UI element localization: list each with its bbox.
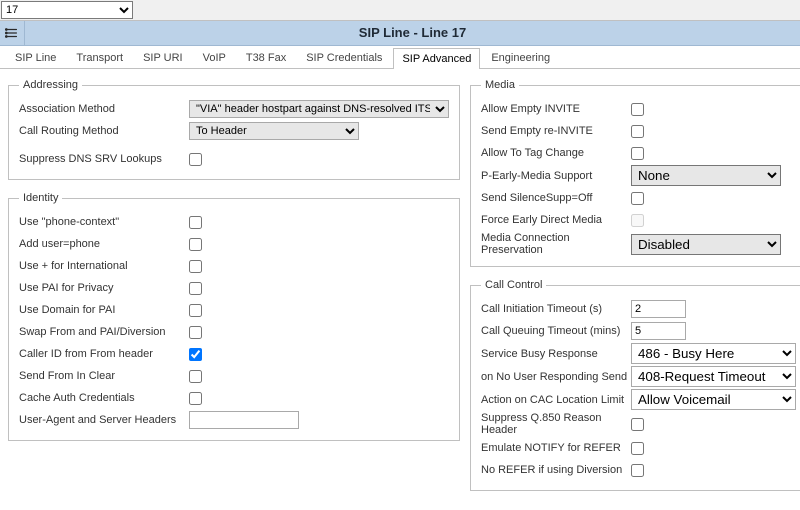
plus-intl-checkbox[interactable]: [189, 260, 202, 273]
tab-engineering[interactable]: Engineering: [482, 47, 559, 68]
media-conn-preserv-select[interactable]: Disabled: [631, 234, 781, 255]
phone-context-label: Use "phone-context": [19, 216, 189, 228]
silence-supp-label: Send SilenceSupp=Off: [481, 192, 631, 204]
call-control-legend: Call Control: [481, 279, 546, 291]
no-user-resp-label: on No User Responding Send: [481, 371, 631, 383]
allow-empty-invite-label: Allow Empty INVITE: [481, 103, 631, 115]
queuing-timeout-input[interactable]: [631, 322, 686, 340]
line-select[interactable]: 17: [1, 1, 133, 19]
silence-supp-checkbox[interactable]: [631, 192, 644, 205]
init-timeout-label: Call Initiation Timeout (s): [481, 303, 631, 315]
cache-auth-checkbox[interactable]: [189, 392, 202, 405]
call-control-group: Call Control Call Initiation Timeout (s)…: [470, 279, 800, 491]
cache-auth-label: Cache Auth Credentials: [19, 392, 189, 404]
ua-headers-input[interactable]: [189, 411, 299, 429]
init-timeout-input[interactable]: [631, 300, 686, 318]
tab-sip-line[interactable]: SIP Line: [6, 47, 65, 68]
suppress-dns-checkbox[interactable]: [189, 153, 202, 166]
cac-limit-label: Action on CAC Location Limit: [481, 394, 631, 406]
left-column: Addressing Association Method "VIA" head…: [8, 75, 460, 510]
call-routing-label: Call Routing Method: [19, 125, 189, 137]
service-busy-select[interactable]: 486 - Busy Here: [631, 343, 796, 364]
add-user-phone-label: Add user=phone: [19, 238, 189, 250]
title-bar: SIP Line - Line 17: [0, 21, 800, 46]
domain-pai-label: Use Domain for PAI: [19, 304, 189, 316]
tab-sip-credentials[interactable]: SIP Credentials: [297, 47, 391, 68]
queuing-timeout-label: Call Queuing Timeout (mins): [481, 325, 631, 337]
media-conn-preserv-label: Media Connection Preservation: [481, 232, 631, 256]
ua-headers-label: User-Agent and Server Headers: [19, 414, 189, 426]
suppress-q850-checkbox[interactable]: [631, 418, 644, 431]
page-title: SIP Line - Line 17: [25, 21, 800, 45]
addressing-group: Addressing Association Method "VIA" head…: [8, 79, 460, 180]
phone-context-checkbox[interactable]: [189, 216, 202, 229]
suppress-dns-label: Suppress DNS SRV Lookups: [19, 153, 189, 165]
plus-intl-label: Use + for International: [19, 260, 189, 272]
domain-pai-checkbox[interactable]: [189, 304, 202, 317]
media-group: Media Allow Empty INVITE Send Empty re-I…: [470, 79, 800, 267]
allow-to-tag-label: Allow To Tag Change: [481, 147, 631, 159]
suppress-q850-label: Suppress Q.850 Reason Header: [481, 412, 631, 436]
no-refer-diversion-checkbox[interactable]: [631, 464, 644, 477]
allow-to-tag-checkbox[interactable]: [631, 147, 644, 160]
allow-empty-invite-checkbox[interactable]: [631, 103, 644, 116]
identity-legend: Identity: [19, 192, 62, 204]
top-toolbar: 17: [0, 0, 800, 21]
no-user-resp-select[interactable]: 408-Request Timeout: [631, 366, 796, 387]
add-user-phone-checkbox[interactable]: [189, 238, 202, 251]
p-early-media-select[interactable]: None: [631, 165, 781, 186]
call-routing-select[interactable]: To Header: [189, 122, 359, 140]
pai-privacy-checkbox[interactable]: [189, 282, 202, 295]
emulate-notify-checkbox[interactable]: [631, 442, 644, 455]
tab-sip-advanced[interactable]: SIP Advanced: [393, 48, 480, 69]
tab-voip[interactable]: VoIP: [194, 47, 235, 68]
send-from-clear-label: Send From In Clear: [19, 370, 189, 382]
content-area: Addressing Association Method "VIA" head…: [0, 69, 800, 510]
addressing-legend: Addressing: [19, 79, 82, 91]
pai-privacy-label: Use PAI for Privacy: [19, 282, 189, 294]
emulate-notify-label: Emulate NOTIFY for REFER: [481, 442, 631, 454]
tab-transport[interactable]: Transport: [67, 47, 132, 68]
association-method-label: Association Method: [19, 103, 189, 115]
association-method-select[interactable]: "VIA" header hostpart against DNS-resolv…: [189, 100, 449, 118]
no-refer-diversion-label: No REFER if using Diversion: [481, 464, 631, 476]
p-early-media-label: P-Early-Media Support: [481, 170, 631, 182]
cac-limit-select[interactable]: Allow Voicemail: [631, 389, 796, 410]
force-early-direct-checkbox: [631, 214, 644, 227]
tab-sip-uri[interactable]: SIP URI: [134, 47, 192, 68]
send-empty-reinvite-checkbox[interactable]: [631, 125, 644, 138]
caller-id-from-checkbox[interactable]: [189, 348, 202, 361]
list-icon[interactable]: [0, 21, 25, 45]
caller-id-from-label: Caller ID from From header: [19, 348, 189, 360]
identity-group: Identity Use "phone-context" Add user=ph…: [8, 192, 460, 441]
send-empty-reinvite-label: Send Empty re-INVITE: [481, 125, 631, 137]
media-legend: Media: [481, 79, 519, 91]
swap-from-pai-checkbox[interactable]: [189, 326, 202, 339]
service-busy-label: Service Busy Response: [481, 348, 631, 360]
tab-t38-fax[interactable]: T38 Fax: [237, 47, 295, 68]
force-early-direct-label: Force Early Direct Media: [481, 214, 631, 226]
swap-from-pai-label: Swap From and PAI/Diversion: [19, 326, 189, 338]
right-column: Media Allow Empty INVITE Send Empty re-I…: [470, 75, 800, 510]
tab-strip: SIP Line Transport SIP URI VoIP T38 Fax …: [0, 46, 800, 69]
send-from-clear-checkbox[interactable]: [189, 370, 202, 383]
